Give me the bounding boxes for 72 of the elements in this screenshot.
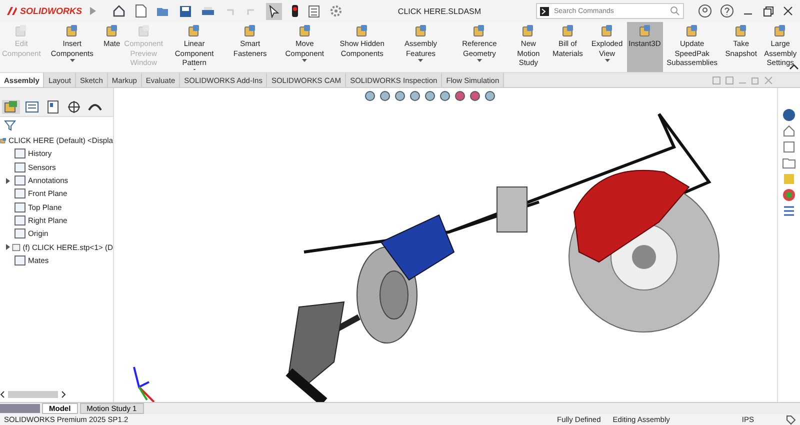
tree-node-icon [14,228,26,240]
view-tool-icon[interactable] [424,90,437,102]
tree-node-icon [14,214,26,226]
tree-node-icon [14,188,26,200]
caret-icon[interactable] [418,59,424,62]
tree-node-icon [14,148,26,160]
settings-icon[interactable] [329,4,343,18]
new-document-icon[interactable] [135,4,147,18]
component-icon [600,24,614,38]
tree-node-icon [14,162,26,173]
view-tool-icon[interactable] [379,90,392,102]
view-tool-icon[interactable] [409,90,422,102]
tree-node-icon [12,242,21,253]
traffic-light-icon[interactable] [291,4,299,18]
caret-icon[interactable] [476,59,482,62]
component-icon [638,24,652,38]
component-icon [472,24,486,38]
caret-icon[interactable] [604,59,610,62]
component-icon [298,24,312,38]
property-manager-tab-icon[interactable] [23,100,41,114]
folder-icon[interactable] [782,156,796,170]
library-icon[interactable] [782,140,796,154]
window-title: CLICK HERE.SLDASM [396,6,482,16]
crosshair-tab-icon[interactable] [65,100,83,114]
caret-icon[interactable] [302,59,308,62]
search-icon[interactable] [670,6,680,16]
globe-icon[interactable] [782,108,796,122]
tree-node-icon [14,175,26,186]
component-icon [685,24,700,38]
list-icon[interactable] [782,204,796,218]
print-icon[interactable] [201,4,215,18]
view-tool-icon[interactable] [364,90,377,102]
view-tool-icon[interactable] [484,90,497,102]
component-icon [521,24,536,38]
tree-node-icon [14,202,26,213]
list-options-icon[interactable] [308,4,320,18]
restore-icon[interactable] [762,5,774,17]
scroll-left-icon[interactable] [0,390,5,398]
assembly-icon [0,135,7,146]
logo-mark-icon [6,6,18,16]
view-tool-icon[interactable] [439,90,452,102]
terminal-icon [540,6,549,16]
view-tool-icon[interactable] [469,90,482,102]
view-tool-icon[interactable] [454,90,467,102]
close-icon[interactable] [782,5,794,17]
component-icon [187,24,202,38]
component-icon [560,24,575,38]
component-icon [773,24,788,38]
tree-node-icon [14,254,26,266]
help-icon[interactable] [720,4,734,18]
component-icon [65,24,80,38]
axis-triad-icon [133,366,155,402]
home-icon[interactable] [112,4,126,18]
app-logo: SOLIDWORKS [20,6,82,16]
filter-icon[interactable] [4,120,18,131]
component-icon [734,24,748,38]
component-icon [355,24,370,38]
scroll-right-icon[interactable] [61,390,66,398]
save-icon[interactable] [179,4,192,18]
home-icon[interactable] [782,124,796,138]
view-tool-icon[interactable] [394,90,407,102]
feature-tree-tab-icon[interactable] [2,100,20,114]
tag-icon[interactable] [786,414,796,424]
component-icon [414,24,428,38]
expand-arrow-icon[interactable] [6,244,10,250]
caret-icon[interactable] [70,59,75,62]
user-icon[interactable] [698,4,712,18]
component-icon [243,24,258,38]
color-wheel-icon[interactable] [782,188,796,202]
expand-arrow-icon[interactable] [6,178,10,184]
component-icon [104,24,119,38]
select-tool[interactable] [266,2,282,20]
